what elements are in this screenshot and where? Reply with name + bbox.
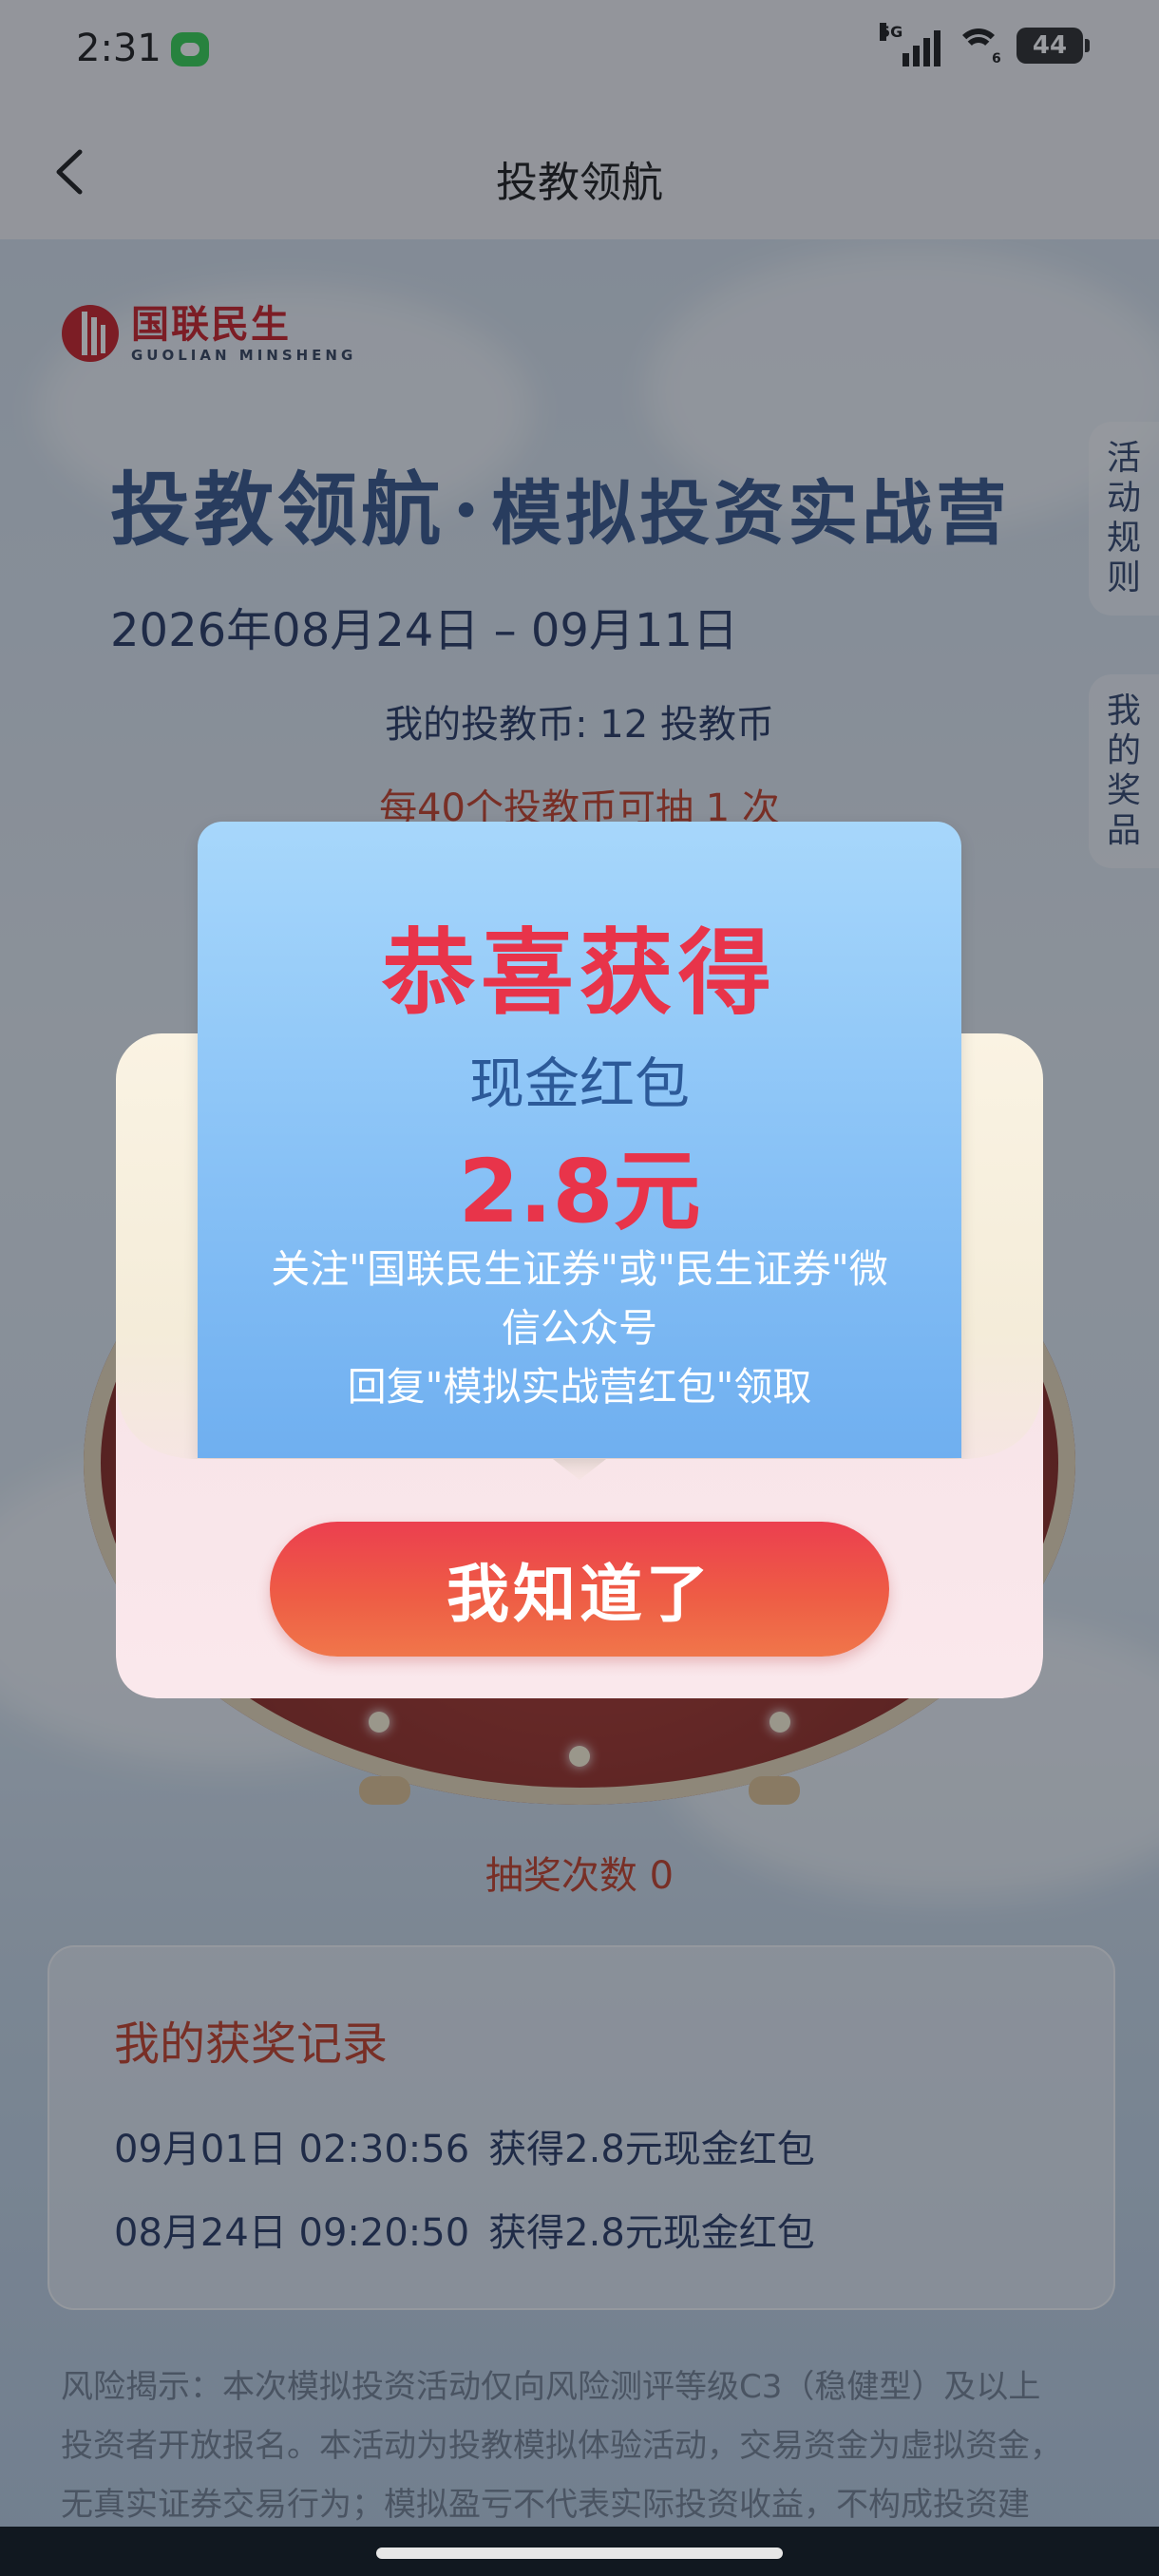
instruction-line: 关注"国联民生证券"或"民生证券"微 [271, 1246, 888, 1292]
congrats-title: 恭喜获得 [381, 919, 777, 1028]
prize-name: 现金红包 [468, 1051, 690, 1116]
home-indicator[interactable] [376, 2548, 783, 2559]
prize-amount: 2.8元 [458, 1141, 701, 1242]
instruction-line: 信公众号 [502, 1305, 657, 1351]
claim-instructions: 关注"国联民生证券"或"民生证券"微 信公众号 回复"模拟实战营红包"领取 [226, 1240, 933, 1416]
acknowledge-button[interactable]: 我知道了 [270, 1522, 889, 1657]
instruction-line: 回复"模拟实战营红包"领取 [347, 1364, 812, 1410]
